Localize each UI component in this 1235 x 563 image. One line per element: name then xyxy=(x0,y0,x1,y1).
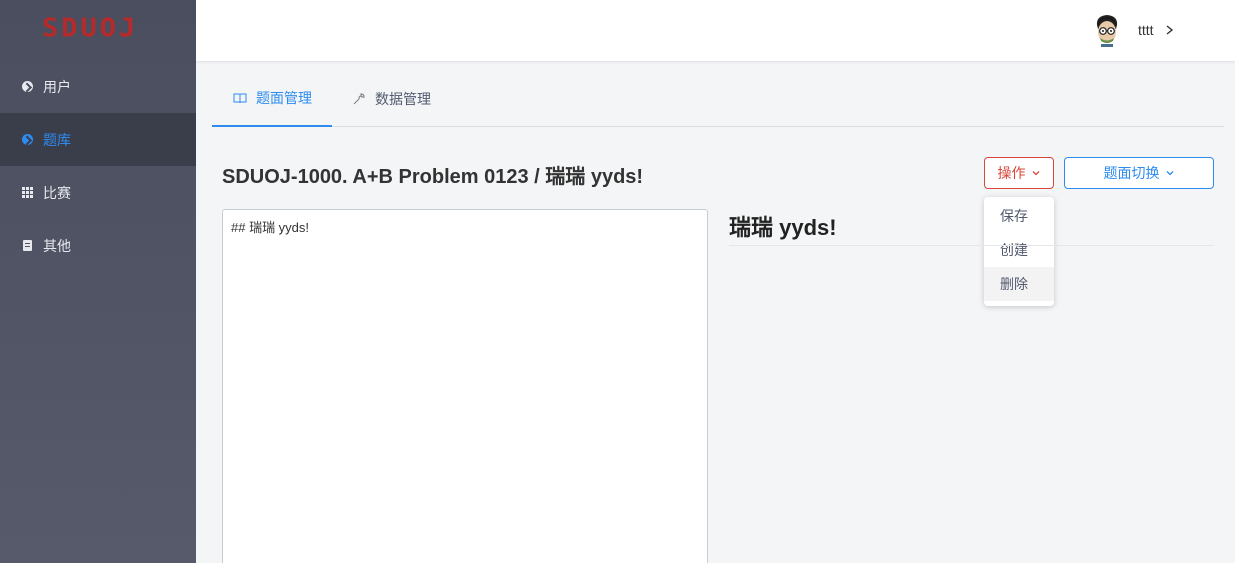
statement-switch-button[interactable]: 题面切换 xyxy=(1064,157,1214,189)
tab-bar: 题面管理 数据管理 xyxy=(212,70,1224,127)
chevron-down-icon xyxy=(1032,171,1039,176)
sidebar-item-label: 用户 xyxy=(43,78,71,95)
problem-title: SDUOJ-1000. A+B Problem 0123 / 瑞瑞 yyds! xyxy=(222,166,644,188)
tab-data-management[interactable]: 数据管理 xyxy=(352,70,431,127)
sidebar-item-other[interactable]: 其他 xyxy=(0,219,196,272)
sidebar-item-problems[interactable]: 题库 xyxy=(0,113,196,166)
circle-arrow-icon xyxy=(22,81,33,92)
document-icon xyxy=(22,240,33,251)
grid-icon xyxy=(22,187,33,198)
logo-text: SDUOJ xyxy=(42,13,139,44)
sidebar-item-contests[interactable]: 比赛 xyxy=(0,166,196,219)
top-header: tttt xyxy=(196,0,1235,62)
operate-label: 操作 xyxy=(997,165,1026,181)
wrench-icon xyxy=(353,92,365,104)
sduoj-logo[interactable]: SDUOJ xyxy=(42,14,142,44)
operate-dropdown-button[interactable]: 操作 xyxy=(984,157,1054,189)
sidebar: SDUOJ 用户 题库 比赛 其他 xyxy=(0,0,196,563)
circle-arrow-icon xyxy=(22,134,33,145)
avatar[interactable] xyxy=(1094,13,1120,47)
chevron-right-icon[interactable] xyxy=(1164,23,1176,37)
sidebar-item-label: 题库 xyxy=(43,131,71,148)
sidebar-item-label: 比赛 xyxy=(43,184,71,201)
tab-label: 题面管理 xyxy=(256,89,312,106)
book-icon xyxy=(233,93,247,103)
username[interactable]: tttt xyxy=(1138,22,1154,38)
tab-statement-management[interactable]: 题面管理 xyxy=(212,70,332,127)
tab-label: 数据管理 xyxy=(375,90,431,107)
preview-heading: 瑞瑞 yyds! xyxy=(729,210,1214,246)
sidebar-item-users[interactable]: 用户 xyxy=(0,60,196,113)
sidebar-item-label: 其他 xyxy=(43,237,71,254)
chevron-down-icon xyxy=(1166,171,1173,176)
switch-label: 题面切换 xyxy=(1103,165,1160,181)
menu-item-delete[interactable]: 删除 xyxy=(984,267,1054,301)
markdown-editor[interactable]: ## 瑞瑞 yyds! xyxy=(222,209,708,563)
